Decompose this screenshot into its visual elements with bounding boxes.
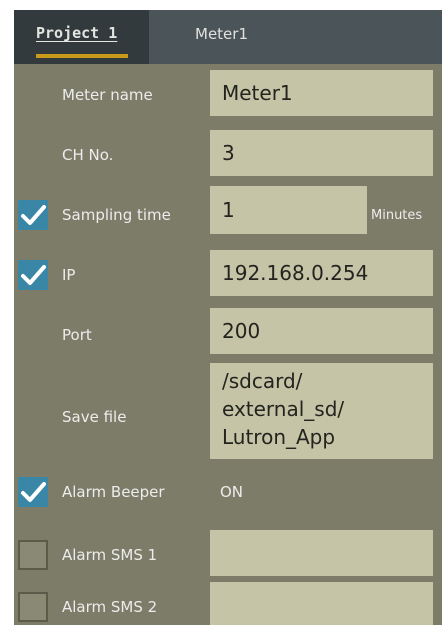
- alarm-sms-2-row: Alarm SMS 2: [14, 578, 442, 625]
- alarm-sms-2-checkbox[interactable]: [18, 592, 48, 622]
- meter-name-row: Meter name Meter1: [14, 66, 442, 120]
- ip-checkbox[interactable]: [18, 260, 48, 290]
- tab-meter1[interactable]: Meter1: [149, 10, 442, 64]
- ip-input[interactable]: 192.168.0.254: [210, 250, 433, 296]
- alarm-sms-2-label: Alarm SMS 2: [62, 598, 158, 616]
- meter-name-input[interactable]: Meter1: [210, 70, 433, 116]
- save-file-row: Save file /sdcard/ external_sd/ Lutron_A…: [14, 363, 442, 459]
- check-icon: [21, 265, 46, 285]
- ch-no-label: CH No.: [62, 146, 114, 164]
- port-label: Port: [62, 326, 92, 344]
- alarm-beeper-label: Alarm Beeper: [62, 483, 165, 501]
- check-icon: [21, 205, 46, 225]
- ch-no-row: CH No. 3: [14, 126, 442, 180]
- alarm-beeper-row: Alarm Beeper ON: [14, 465, 442, 519]
- alarm-sms-1-checkbox[interactable]: [18, 540, 48, 570]
- port-input[interactable]: 200: [210, 308, 433, 354]
- sampling-time-row: Sampling time 1 Minutes: [14, 186, 442, 240]
- tab-meter1-label: Meter1: [195, 25, 248, 43]
- save-file-path-line-3: Lutron_App: [222, 425, 336, 449]
- sampling-time-unit: Minutes: [371, 208, 423, 223]
- tab-project-1[interactable]: Project 1: [14, 10, 149, 64]
- sampling-time-checkbox[interactable]: [18, 200, 48, 230]
- port-row: Port 200: [14, 304, 442, 358]
- alarm-beeper-checkbox[interactable]: [18, 477, 48, 507]
- tab-active-indicator: [36, 54, 128, 58]
- tab-bar: Project 1 Meter1: [14, 10, 442, 64]
- sampling-time-input[interactable]: 1: [210, 186, 367, 234]
- ip-label: IP: [62, 266, 76, 284]
- ip-row: IP 192.168.0.254: [14, 244, 442, 298]
- alarm-sms-1-label: Alarm SMS 1: [62, 546, 158, 564]
- meter-name-label: Meter name: [62, 86, 153, 104]
- alarm-sms-1-row: Alarm SMS 1: [14, 524, 442, 578]
- save-file-path-line-2: external_sd/: [222, 397, 345, 421]
- check-icon: [21, 482, 46, 502]
- save-file-path-line-1: /sdcard/: [222, 369, 303, 393]
- save-file-label: Save file: [62, 408, 127, 426]
- alarm-beeper-value: ON: [220, 483, 244, 501]
- ch-no-input[interactable]: 3: [210, 130, 433, 176]
- alarm-sms-1-input[interactable]: [210, 530, 433, 576]
- tab-project-1-label: Project 1: [36, 24, 118, 42]
- sampling-time-label: Sampling time: [62, 206, 171, 224]
- save-file-input[interactable]: /sdcard/ external_sd/ Lutron_App: [210, 363, 433, 459]
- settings-panel: Project 1 Meter1 Meter name Meter1 CH No…: [14, 10, 442, 625]
- alarm-sms-2-input[interactable]: [210, 582, 433, 625]
